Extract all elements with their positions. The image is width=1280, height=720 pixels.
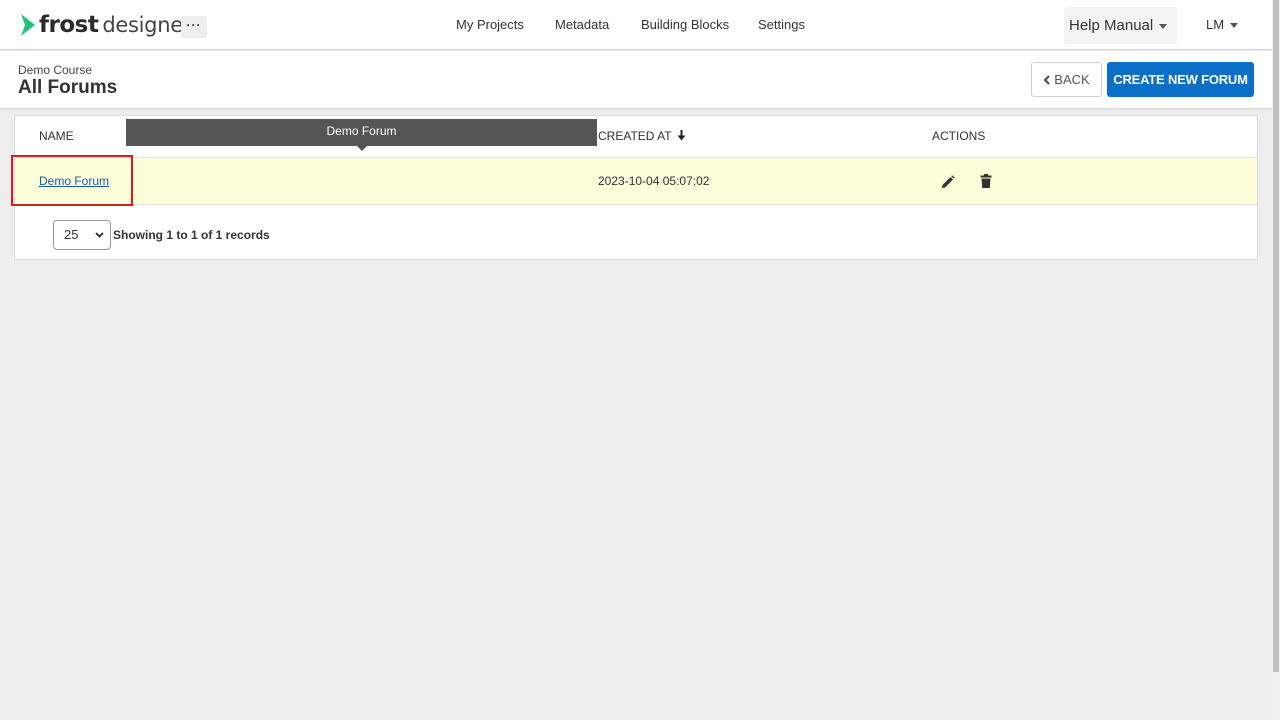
nav-metadata[interactable]: Metadata xyxy=(555,17,609,32)
help-manual-label: Help Manual xyxy=(1069,17,1154,34)
logo-frost-text: frost xyxy=(39,12,99,38)
column-header-actions: ACTIONS xyxy=(932,129,986,143)
nav-my-projects[interactable]: My Projects xyxy=(456,17,524,32)
sort-down-arrow-icon xyxy=(677,130,686,141)
back-button[interactable]: BACK xyxy=(1031,62,1102,97)
page-size-select[interactable]: 25 xyxy=(53,220,111,250)
delete-trash-icon[interactable] xyxy=(980,174,992,189)
focus-highlight xyxy=(11,155,133,206)
logo-designer-text: designer xyxy=(102,13,192,37)
top-navbar: frost designer ··· My Projects Metadata … xyxy=(0,0,1272,50)
tooltip: Demo Forum xyxy=(126,119,597,146)
caret-down-icon xyxy=(1230,23,1239,29)
table-row: Demo Forum 2023-10-04 05:07:02 xyxy=(15,157,1257,205)
back-button-label: BACK xyxy=(1054,72,1090,87)
page-header: Demo Course All Forums BACK CREATE NEW F… xyxy=(0,51,1272,109)
more-menu-button[interactable]: ··· xyxy=(181,16,207,38)
logo-chevron-icon xyxy=(21,14,35,36)
column-header-name[interactable]: NAME xyxy=(39,129,74,143)
scrollbar-thumb[interactable] xyxy=(1273,0,1279,672)
user-initials: LM xyxy=(1206,17,1225,32)
create-new-forum-button[interactable]: CREATE NEW FORUM xyxy=(1107,62,1254,97)
column-header-created-at[interactable]: CREATED AT xyxy=(598,129,686,143)
chevron-down-icon xyxy=(95,232,104,238)
page-title: All Forums xyxy=(18,77,118,98)
page-size-value: 25 xyxy=(64,227,79,242)
nav-settings[interactable]: Settings xyxy=(758,17,805,32)
user-menu-dropdown[interactable]: LM xyxy=(1206,17,1239,32)
chevron-left-icon xyxy=(1043,75,1051,85)
nav-building-blocks[interactable]: Building Blocks xyxy=(641,17,729,32)
help-manual-dropdown[interactable]: Help Manual xyxy=(1064,7,1177,44)
forum-created-at: 2023-10-04 05:07:02 xyxy=(598,174,710,188)
column-header-created-at-label: CREATED AT xyxy=(598,129,672,143)
pagination-summary: Showing 1 to 1 of 1 records xyxy=(113,228,270,242)
frost-designer-logo[interactable]: frost designer xyxy=(20,11,191,39)
tooltip-arrow xyxy=(357,146,367,151)
breadcrumb-course: Demo Course xyxy=(18,63,93,77)
edit-pencil-icon[interactable] xyxy=(941,175,955,189)
caret-down-icon xyxy=(1159,23,1168,29)
